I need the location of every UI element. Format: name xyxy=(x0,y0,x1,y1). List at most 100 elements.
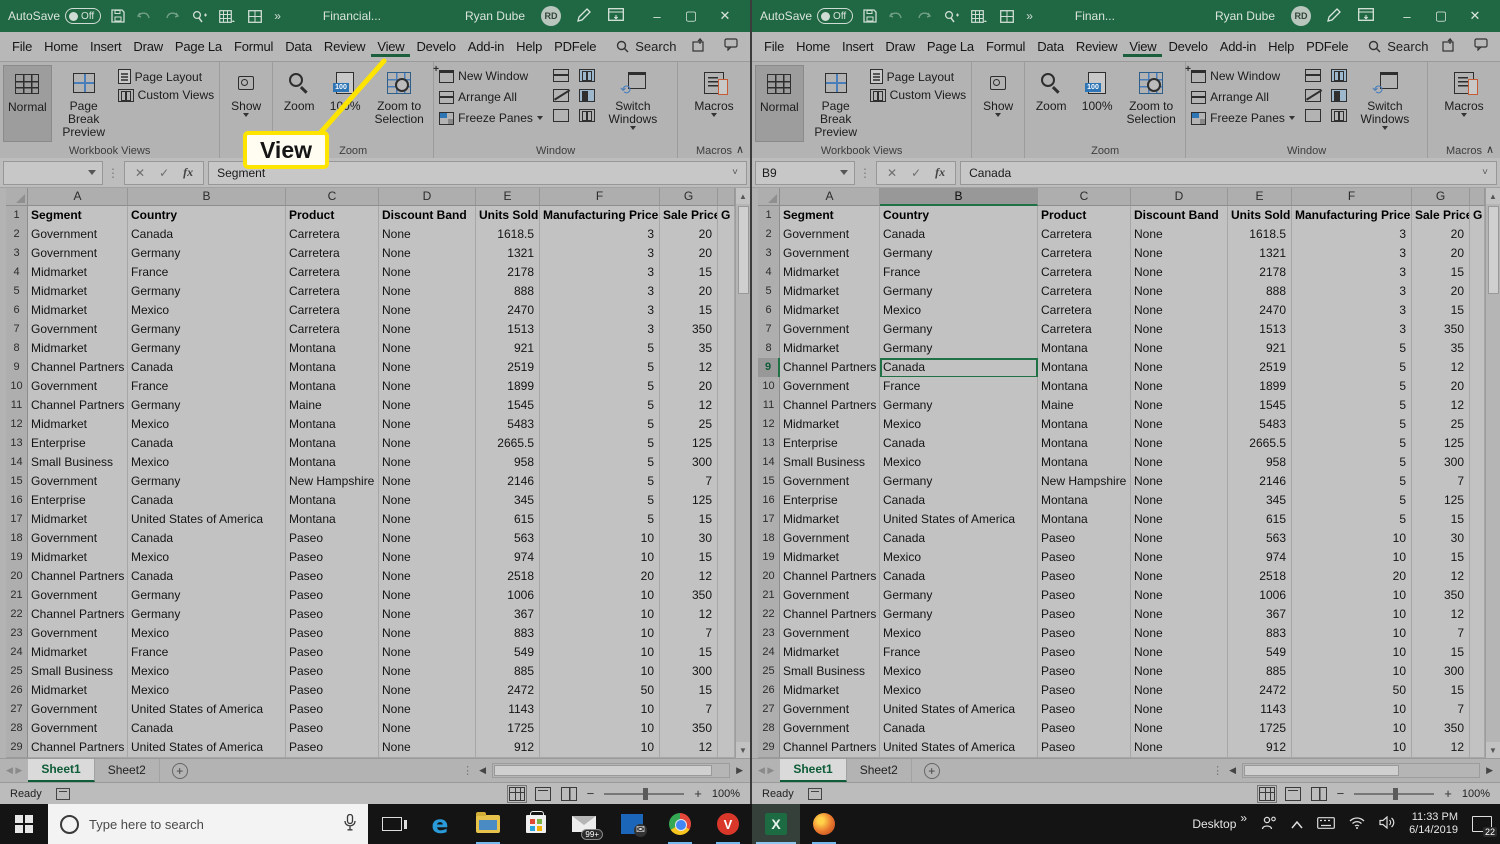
sheet-tab-sheet1[interactable]: Sheet1 xyxy=(28,759,94,782)
cell[interactable]: Germany xyxy=(880,472,1038,492)
page-layout-button[interactable]: Page Layout xyxy=(118,69,214,84)
cell[interactable]: Paseo xyxy=(1038,605,1131,625)
cell[interactable]: Government xyxy=(780,624,880,644)
cell[interactable]: Paseo xyxy=(1038,700,1131,720)
cell-partial[interactable] xyxy=(718,358,735,378)
zoom-100-button[interactable]: 100% xyxy=(1074,65,1120,142)
menu-tab-review[interactable]: Review xyxy=(318,39,371,54)
cell[interactable]: Government xyxy=(28,244,128,264)
cell[interactable]: None xyxy=(379,225,476,245)
row-header-2[interactable]: 2 xyxy=(758,225,780,245)
cell[interactable]: Montana xyxy=(1038,510,1131,530)
cell[interactable]: None xyxy=(1131,529,1228,549)
cell-partial[interactable] xyxy=(1470,700,1485,720)
cell[interactable]: Germany xyxy=(880,282,1038,302)
sheet-tab-sheet1[interactable]: Sheet1 xyxy=(780,759,846,782)
cell[interactable]: None xyxy=(379,681,476,701)
zoom-out-icon[interactable]: − xyxy=(587,786,595,801)
cell[interactable]: None xyxy=(379,282,476,302)
cell[interactable]: Canada xyxy=(128,567,286,587)
cell[interactable]: Government xyxy=(28,719,128,739)
cell[interactable]: Channel Partners xyxy=(780,396,880,416)
cell[interactable]: Carretera xyxy=(1038,263,1131,283)
cell[interactable]: 15 xyxy=(660,301,718,321)
cell[interactable]: 2518 xyxy=(1228,567,1292,587)
cell[interactable]: Mexico xyxy=(880,415,1038,435)
cell[interactable]: None xyxy=(379,719,476,739)
cell[interactable]: 15 xyxy=(660,681,718,701)
row-header-16[interactable]: 16 xyxy=(6,491,28,511)
row-header-14[interactable]: 14 xyxy=(6,453,28,473)
cell-partial[interactable] xyxy=(718,586,735,606)
cell[interactable]: Germany xyxy=(128,586,286,606)
cell[interactable]: France xyxy=(128,263,286,283)
taskbar-clock[interactable]: 11:33 PM 6/14/2019 xyxy=(1409,811,1458,837)
cell[interactable]: France xyxy=(880,263,1038,283)
cell[interactable]: Midmarket xyxy=(28,510,128,530)
cell[interactable]: None xyxy=(379,491,476,511)
cell[interactable]: 345 xyxy=(476,491,540,511)
cell[interactable]: 5 xyxy=(540,339,660,359)
cell[interactable]: 10 xyxy=(1292,700,1412,720)
more-commands-icon[interactable]: » xyxy=(1026,9,1033,23)
cell[interactable]: 300 xyxy=(1412,453,1470,473)
row-header-23[interactable]: 23 xyxy=(6,624,28,644)
vertical-scrollbar[interactable]: ▲ ▼ xyxy=(1485,188,1500,758)
row-header-5[interactable]: 5 xyxy=(6,282,28,302)
cell[interactable]: Government xyxy=(28,586,128,606)
cell[interactable]: 974 xyxy=(476,548,540,568)
zoom-in-icon[interactable]: + xyxy=(694,786,702,801)
synchronous-scrolling-icon[interactable] xyxy=(579,89,595,102)
cell[interactable]: 12 xyxy=(660,567,718,587)
select-all-corner[interactable] xyxy=(6,188,28,206)
cell[interactable]: Carretera xyxy=(286,244,379,264)
row-header-20[interactable]: 20 xyxy=(6,567,28,587)
cell-partial[interactable]: G xyxy=(1470,206,1485,226)
cell-partial[interactable] xyxy=(718,377,735,397)
menu-tab-view[interactable]: View xyxy=(1123,39,1162,57)
cell[interactable]: 15 xyxy=(660,548,718,568)
cell[interactable]: None xyxy=(1131,320,1228,340)
hscroll-left-icon[interactable]: ◀ xyxy=(476,765,489,776)
row-header-23[interactable]: 23 xyxy=(758,624,780,644)
scroll-up-icon[interactable]: ▲ xyxy=(736,188,750,204)
cell[interactable]: Paseo xyxy=(286,681,379,701)
cell-partial[interactable] xyxy=(1470,567,1485,587)
redo-icon[interactable] xyxy=(164,10,179,23)
cell[interactable]: 1899 xyxy=(476,377,540,397)
volume-icon[interactable] xyxy=(1379,816,1395,832)
column-header-g[interactable]: G xyxy=(660,188,718,206)
cell[interactable]: 2470 xyxy=(476,301,540,321)
cell-partial[interactable] xyxy=(1470,396,1485,416)
cell[interactable]: Product xyxy=(1038,206,1131,226)
cell[interactable]: 5 xyxy=(540,377,660,397)
cell-partial[interactable] xyxy=(1470,719,1485,739)
cell[interactable]: 974 xyxy=(1228,548,1292,568)
cell[interactable]: Canada xyxy=(880,529,1038,549)
add-sheet-button[interactable]: + xyxy=(924,763,940,779)
cell-partial[interactable] xyxy=(1470,510,1485,530)
cell[interactable]: Channel Partners xyxy=(28,567,128,587)
cell-partial[interactable] xyxy=(718,510,735,530)
cell[interactable]: Paseo xyxy=(1038,529,1131,549)
row-header-19[interactable]: 19 xyxy=(758,548,780,568)
toolbar-overflow-icon[interactable]: » xyxy=(1240,811,1247,825)
menu-tab-page-la[interactable]: Page La xyxy=(169,39,228,54)
cell[interactable]: 1321 xyxy=(476,244,540,264)
user-name[interactable]: Ryan Dube xyxy=(1215,9,1275,23)
microsoft-store-button[interactable] xyxy=(512,804,560,844)
cell-partial[interactable] xyxy=(1470,529,1485,549)
cell-partial[interactable] xyxy=(1470,624,1485,644)
cell[interactable]: None xyxy=(1131,491,1228,511)
cell[interactable]: Segment xyxy=(780,206,880,226)
column-header-f[interactable]: F xyxy=(540,188,660,206)
cell[interactable]: 15 xyxy=(1412,510,1470,530)
cell[interactable]: 10 xyxy=(540,643,660,663)
cell[interactable]: 50 xyxy=(540,681,660,701)
collapse-ribbon-icon[interactable]: ∧ xyxy=(1486,143,1494,156)
cell[interactable]: None xyxy=(1131,301,1228,321)
cell[interactable]: Government xyxy=(780,529,880,549)
cell[interactable]: Paseo xyxy=(1038,567,1131,587)
cell[interactable]: None xyxy=(1131,662,1228,682)
cell[interactable]: Midmarket xyxy=(28,339,128,359)
